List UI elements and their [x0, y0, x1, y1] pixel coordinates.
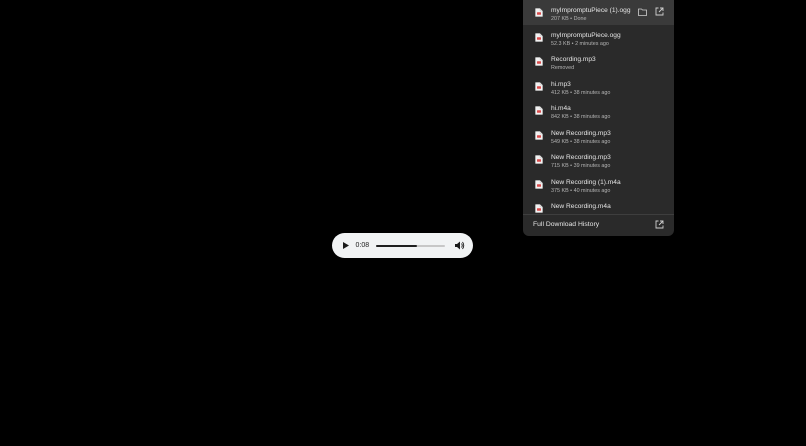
- download-filename: New Recording.mp3: [551, 154, 611, 161]
- full-download-history-button[interactable]: Full Download History: [523, 214, 674, 236]
- file-icon: [535, 57, 543, 66]
- file-icon: [535, 155, 543, 164]
- download-filename: New Recording.m4a: [551, 203, 611, 210]
- download-filename: New Recording.mp3: [551, 129, 611, 137]
- show-in-folder-button[interactable]: [638, 7, 647, 16]
- file-icon: [535, 32, 543, 42]
- download-filename: hi.m4a: [551, 105, 571, 112]
- download-filename: Recording.mp3: [551, 56, 596, 63]
- download-item[interactable]: New Recording.m4a: [523, 196, 674, 214]
- downloads-list: myImpromptuPiece (1).ogg 207 KB • Done myI…: [523, 0, 674, 214]
- download-filename: New Recording (1).m4a: [551, 178, 621, 186]
- open-file-button[interactable]: [655, 7, 664, 16]
- downloads-panel: myImpromptuPiece (1).ogg 207 KB • Done myI…: [523, 0, 674, 236]
- download-filename: hi.mp3: [551, 80, 571, 88]
- file-icon: [535, 106, 543, 115]
- open-external-icon: [655, 7, 664, 16]
- download-status: 412 KB • 38 minutes ago: [551, 89, 611, 96]
- download-status: 52.3 KB • 2 minutes ago: [551, 40, 609, 47]
- volume-icon: [454, 241, 464, 250]
- download-item[interactable]: hi.mp3 412 KB • 38 minutes ago: [523, 74, 674, 99]
- full-download-history-label: Full Download History: [533, 221, 600, 228]
- download-status: 715 KB • 39 minutes ago: [551, 163, 611, 169]
- download-item[interactable]: myImpromptuPiece (1).ogg 207 KB • Done: [523, 0, 674, 25]
- file-icon: [535, 8, 543, 17]
- download-status: 549 KB • 38 minutes ago: [551, 138, 611, 145]
- play-icon: [342, 242, 349, 249]
- download-filename: myImpromptuPiece (1).ogg: [551, 7, 631, 14]
- seek-slider[interactable]: [375, 244, 445, 247]
- download-item[interactable]: Recording.mp3 Removed: [523, 49, 674, 74]
- seek-progress: [375, 244, 418, 247]
- download-actions: [638, 7, 664, 16]
- download-status: Removed: [551, 65, 575, 71]
- download-status: 207 KB • Done: [551, 16, 587, 22]
- file-icon: [535, 130, 543, 140]
- file-icon: [535, 81, 543, 91]
- download-item[interactable]: hi.m4a 842 KB • 38 minutes ago: [523, 98, 674, 123]
- file-icon: [535, 179, 543, 189]
- open-external-icon: [655, 220, 664, 229]
- download-filename: myImpromptuPiece.ogg: [551, 31, 621, 39]
- download-status: 375 KB • 40 minutes ago: [551, 187, 611, 194]
- play-button[interactable]: [341, 240, 351, 252]
- download-item[interactable]: New Recording.mp3 715 KB • 39 minutes ago: [523, 147, 674, 172]
- download-status: 842 KB • 38 minutes ago: [551, 114, 611, 120]
- file-icon: [535, 204, 543, 213]
- download-item[interactable]: New Recording.mp3 549 KB • 38 minutes ago: [523, 123, 674, 148]
- volume-button[interactable]: [454, 240, 465, 251]
- audio-player: 0:08: [332, 233, 473, 258]
- download-item[interactable]: myImpromptuPiece.ogg 52.3 KB • 2 minutes …: [523, 25, 674, 50]
- download-item[interactable]: New Recording (1).m4a 375 KB • 40 minutes…: [523, 172, 674, 197]
- folder-icon: [638, 8, 647, 16]
- current-time: 0:08: [355, 242, 370, 249]
